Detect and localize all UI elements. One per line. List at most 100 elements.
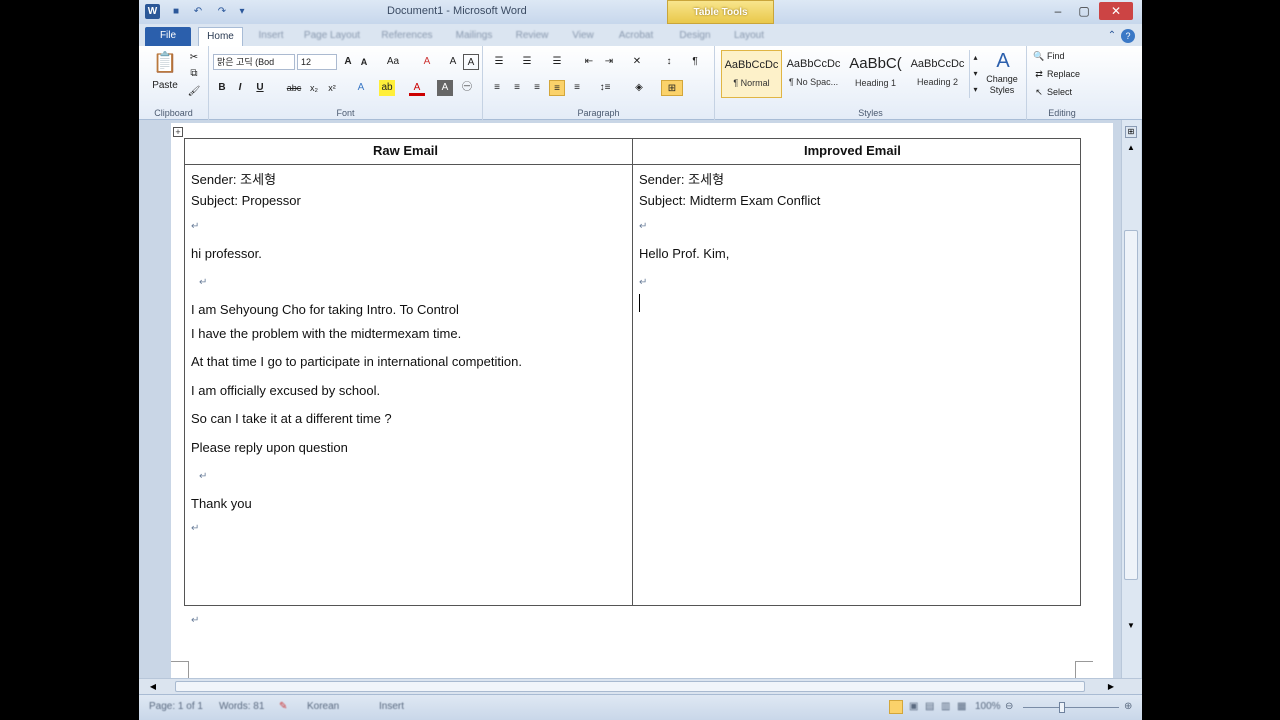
distributed-icon[interactable]: ≡ — [569, 80, 585, 96]
tab-home[interactable]: Home — [198, 27, 243, 46]
change-styles-button[interactable]: Change Styles — [981, 74, 1023, 100]
clear-formatting-icon[interactable]: A — [419, 54, 435, 70]
tab-design[interactable]: Design — [671, 27, 719, 46]
tab-references[interactable]: References — [375, 27, 439, 46]
scroll-right-icon[interactable]: ▶ — [1105, 681, 1117, 693]
enclose-characters-icon[interactable]: ㊀ — [459, 80, 475, 96]
style-no-spacing[interactable]: AaBbCcDc ¶ No Spac... — [783, 50, 844, 98]
strikethrough-button[interactable]: abc — [285, 80, 303, 96]
zoom-out-icon[interactable]: ⊖ — [1005, 701, 1013, 712]
format-painter-icon[interactable]: 🖌 — [187, 84, 201, 100]
italic-button[interactable]: I — [233, 80, 247, 96]
scroll-down-icon[interactable]: ▼ — [1125, 620, 1137, 632]
full-screen-view-icon[interactable]: ▣ — [909, 701, 918, 712]
tab-acrobat[interactable]: Acrobat — [609, 27, 663, 46]
select-button[interactable]: Select — [1047, 84, 1087, 100]
print-layout-view-icon[interactable] — [889, 700, 903, 714]
style-heading-1[interactable]: AaBbC( Heading 1 — [845, 50, 906, 98]
grow-font-icon[interactable]: A — [341, 54, 355, 70]
cut-icon[interactable]: ✂ — [187, 50, 201, 66]
document-page[interactable]: + Raw Email Improved Email Sender: 조세형 S… — [171, 123, 1113, 678]
proofing-icon[interactable]: ✎ — [279, 701, 287, 712]
phonetic-guide-icon[interactable]: A — [445, 54, 461, 70]
character-border-icon[interactable]: A — [463, 54, 479, 70]
paste-icon[interactable]: 📋 — [151, 50, 179, 76]
tab-file[interactable]: File — [145, 27, 191, 46]
find-button[interactable]: Find — [1047, 48, 1077, 64]
zoom-slider[interactable] — [1023, 707, 1119, 708]
tab-insert[interactable]: Insert — [251, 27, 291, 46]
zoom-in-icon[interactable]: ⊕ — [1124, 701, 1132, 712]
font-family-select[interactable]: 맑은 고딕 (Bod — [213, 54, 295, 70]
tab-review[interactable]: Review — [509, 27, 555, 46]
tab-view[interactable]: View — [563, 27, 603, 46]
character-shading-icon[interactable]: A — [437, 80, 453, 96]
tab-page-layout[interactable]: Page Layout — [299, 27, 365, 46]
close-button[interactable]: ✕ — [1099, 2, 1133, 20]
show-marks-icon[interactable]: ¶ — [687, 54, 703, 70]
draft-view-icon[interactable]: ▦ — [957, 701, 966, 712]
word-logo-icon[interactable]: W — [145, 4, 160, 19]
sort-icon[interactable]: ↕ — [661, 54, 677, 70]
asian-layout-icon[interactable]: ✕ — [627, 54, 647, 70]
word-count[interactable]: Words: 81 — [219, 701, 264, 712]
language-indicator[interactable]: Korean — [307, 701, 339, 712]
hscroll-thumb[interactable] — [175, 681, 1085, 692]
line-spacing-icon[interactable]: ↕≡ — [595, 80, 615, 96]
save-icon[interactable]: ■ — [169, 5, 183, 19]
maximize-button[interactable]: ▢ — [1073, 2, 1095, 20]
font-size-select[interactable]: 12 — [297, 54, 337, 70]
shrink-font-icon[interactable]: A — [357, 54, 371, 70]
vertical-scrollbar[interactable]: ⊞ ▲ ▼ — [1121, 120, 1141, 680]
text-effects-icon[interactable]: A — [353, 80, 369, 96]
outline-view-icon[interactable]: ▥ — [941, 701, 950, 712]
minimize-button[interactable]: – — [1047, 2, 1069, 20]
align-center-icon[interactable]: ≡ — [509, 80, 525, 96]
multilevel-list-icon[interactable]: ☰ — [547, 54, 567, 70]
zoom-slider-thumb[interactable] — [1059, 702, 1065, 713]
justify-icon[interactable]: ≡ — [549, 80, 565, 96]
align-left-icon[interactable]: ≡ — [489, 80, 505, 96]
minimize-ribbon-icon[interactable]: ⌃ — [1105, 27, 1119, 46]
ruler-toggle-icon[interactable]: ⊞ — [1125, 126, 1137, 138]
page-count[interactable]: Page: 1 of 1 — [149, 701, 203, 712]
numbering-icon[interactable]: ☰ — [517, 54, 537, 70]
shading-icon[interactable]: ◈ — [629, 80, 649, 96]
style-sample: AaBbCcDc — [786, 58, 841, 70]
web-layout-view-icon[interactable]: ▤ — [925, 701, 934, 712]
insert-mode-indicator[interactable]: Insert — [379, 701, 404, 712]
customize-qat-icon[interactable]: ▾ — [235, 5, 249, 19]
tab-layout[interactable]: Layout — [727, 27, 771, 46]
undo-icon[interactable]: ↶ — [191, 5, 205, 19]
change-styles-icon[interactable]: A — [985, 50, 1021, 72]
scrollbar-thumb[interactable] — [1124, 230, 1138, 580]
underline-button[interactable]: U — [253, 80, 267, 96]
highlight-icon[interactable]: ab — [379, 80, 395, 96]
bullets-icon[interactable]: ☰ — [489, 54, 509, 70]
borders-icon[interactable]: ⊞ — [661, 80, 683, 96]
horizontal-scrollbar[interactable]: ◀ ▶ — [139, 678, 1142, 694]
subscript-button[interactable]: x₂ — [307, 80, 321, 96]
zoom-level[interactable]: 100% — [975, 701, 1001, 712]
replace-button[interactable]: Replace — [1047, 66, 1091, 82]
superscript-button[interactable]: x² — [325, 80, 339, 96]
email-comparison-table: Raw Email Improved Email Sender: 조세형 Sub… — [184, 138, 1081, 606]
paste-button[interactable]: Paste — [149, 78, 181, 94]
change-case-icon[interactable]: Aa — [383, 54, 403, 70]
tab-mailings[interactable]: Mailings — [447, 27, 501, 46]
decrease-indent-icon[interactable]: ⇤ — [581, 54, 597, 70]
copy-icon[interactable]: ⧉ — [187, 66, 201, 82]
redo-icon[interactable]: ↷ — [215, 5, 229, 19]
column-divider[interactable] — [632, 139, 633, 605]
help-icon[interactable]: ? — [1121, 29, 1135, 43]
style-heading-2[interactable]: AaBbCcDc Heading 2 — [907, 50, 968, 98]
align-right-icon[interactable]: ≡ — [529, 80, 545, 96]
style-normal[interactable]: AaBbCcDc ¶ Normal — [721, 50, 782, 98]
table-move-handle-icon[interactable]: + — [173, 127, 183, 137]
scroll-left-icon[interactable]: ◀ — [147, 681, 159, 693]
scroll-up-icon[interactable]: ▲ — [1125, 142, 1137, 154]
increase-indent-icon[interactable]: ⇥ — [601, 54, 617, 70]
styles-scroll-icon[interactable]: ▴ ▾ ▾ — [969, 50, 981, 98]
bold-button[interactable]: B — [215, 80, 229, 96]
font-color-icon[interactable]: A — [409, 80, 425, 96]
